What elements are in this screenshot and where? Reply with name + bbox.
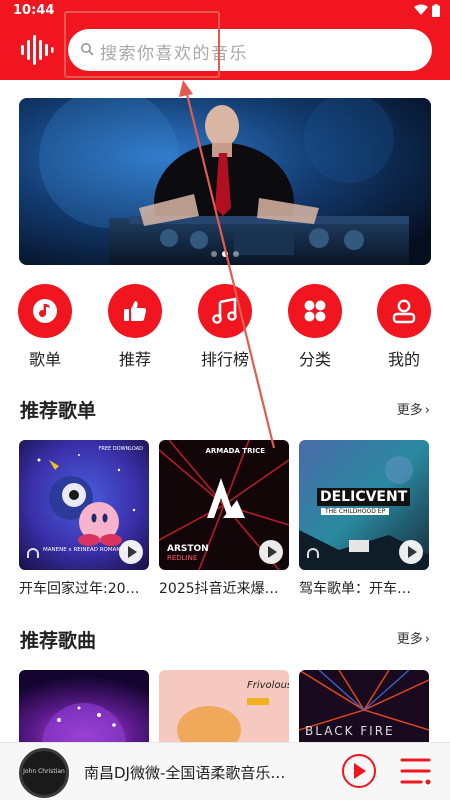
disc-label: John Christian	[23, 768, 65, 775]
playlist-title: 2025抖音近来爆…	[159, 581, 279, 597]
nav-item-recommend[interactable]: 推荐	[95, 284, 175, 370]
cover-corner-text: ARMADA TRICE	[205, 447, 265, 455]
cover-text: Frivolous	[247, 680, 289, 691]
category-grid-icon	[304, 300, 326, 322]
section-title-playlists: 推荐歌单	[20, 400, 97, 422]
play-button[interactable]	[119, 540, 143, 564]
playlist-cover: ARMADA TRICE ARSTON REDLINE	[159, 440, 289, 570]
nav-icon-circle	[198, 284, 252, 338]
app-header: 10:44 搜索你喜欢的音乐	[0, 0, 450, 80]
playlist-cover: FREE DOWNLOAD MANENE x REINEAD ROMANI RO…	[19, 440, 149, 570]
playlist-card[interactable]: ARMADA TRICE ARSTON REDLINE 2025抖音近来爆…	[159, 440, 289, 597]
wifi-icon	[414, 4, 428, 15]
nav-item-playlists[interactable]: 歌单	[5, 284, 85, 370]
status-time: 10:44	[13, 3, 55, 18]
nav-icon-circle	[108, 284, 162, 338]
play-button[interactable]	[399, 540, 423, 564]
song-cover[interactable]	[19, 670, 149, 742]
more-songs-link[interactable]: 更多 ›	[397, 628, 430, 647]
banner-carousel[interactable]	[19, 98, 431, 265]
more-playlists-link[interactable]: 更多 ›	[397, 399, 430, 418]
now-playing-disc[interactable]: John Christian	[19, 748, 69, 798]
nav-icon-circle	[18, 284, 72, 338]
now-playing-title[interactable]: 南昌DJ微微-全国语柔歌音乐…	[84, 762, 320, 783]
playlist-cover: DELICVENT THE CHILDHOOD EP	[299, 440, 429, 570]
chart-music-icon	[212, 297, 237, 324]
play-button[interactable]	[259, 540, 283, 564]
cover-text: ARSTON	[167, 544, 209, 554]
cover-art-disco	[19, 670, 149, 742]
song-cover[interactable]: Frivolous	[159, 670, 289, 742]
play-pause-button[interactable]	[342, 754, 376, 788]
nav-icon-circle	[288, 284, 342, 338]
nav-item-mine[interactable]: 我的	[364, 284, 444, 370]
song-cover[interactable]: BLACK FIRE	[299, 670, 429, 742]
banner-image-dj	[19, 98, 431, 265]
cover-text: DELICVENT	[317, 488, 411, 506]
nav-label: 我的	[387, 350, 420, 369]
cover-corner-text: FREE DOWNLOAD	[98, 446, 143, 452]
search-highlight-box	[64, 11, 220, 78]
chevron-right-icon: ›	[424, 632, 430, 647]
playlist-title: 驾车歌单：开车…	[299, 581, 411, 597]
nav-item-charts[interactable]: 排行榜	[185, 284, 265, 370]
cover-text: BLACK FIRE	[305, 724, 395, 738]
nav-label: 推荐	[118, 350, 151, 369]
playlist-card[interactable]: DELICVENT THE CHILDHOOD EP 驾车歌单：开车…	[299, 440, 429, 597]
category-nav: 歌单 推荐 排行榜 分类 我的	[0, 284, 450, 370]
more-label: 更多	[396, 403, 423, 418]
nav-icon-circle	[377, 284, 431, 338]
banner-pagination	[19, 251, 431, 257]
section-title-songs: 推荐歌曲	[20, 630, 97, 652]
nav-item-categories[interactable]: 分类	[275, 284, 355, 370]
sound-wave-logo-icon[interactable]	[20, 34, 54, 66]
playlist-card[interactable]: FREE DOWNLOAD MANENE x REINEAD ROMANI RO…	[19, 440, 149, 597]
status-icons	[414, 4, 440, 17]
banner-dot-active[interactable]	[222, 251, 228, 257]
music-note-icon	[33, 299, 57, 323]
headphones-icon	[307, 548, 319, 558]
cover-subtext: REDLINE	[167, 554, 198, 562]
headphones-icon	[27, 548, 39, 558]
thumbs-up-icon	[124, 301, 147, 321]
banner-dot[interactable]	[211, 251, 217, 257]
nav-label: 歌单	[28, 350, 61, 369]
banner-dot[interactable]	[233, 251, 239, 257]
more-label: 更多	[396, 632, 423, 647]
playlist-menu-icon[interactable]	[399, 756, 433, 788]
nav-label: 分类	[298, 350, 331, 369]
battery-icon	[432, 4, 440, 17]
mini-player[interactable]: John Christian 南昌DJ微微-全国语柔歌音乐…	[0, 742, 450, 800]
nav-label: 排行榜	[200, 350, 249, 369]
user-icon	[392, 299, 416, 324]
cover-subtext: THE CHILDHOOD EP	[321, 508, 390, 515]
chevron-right-icon: ›	[424, 403, 430, 418]
playlist-title: 开车回家过年:20…	[19, 581, 140, 597]
